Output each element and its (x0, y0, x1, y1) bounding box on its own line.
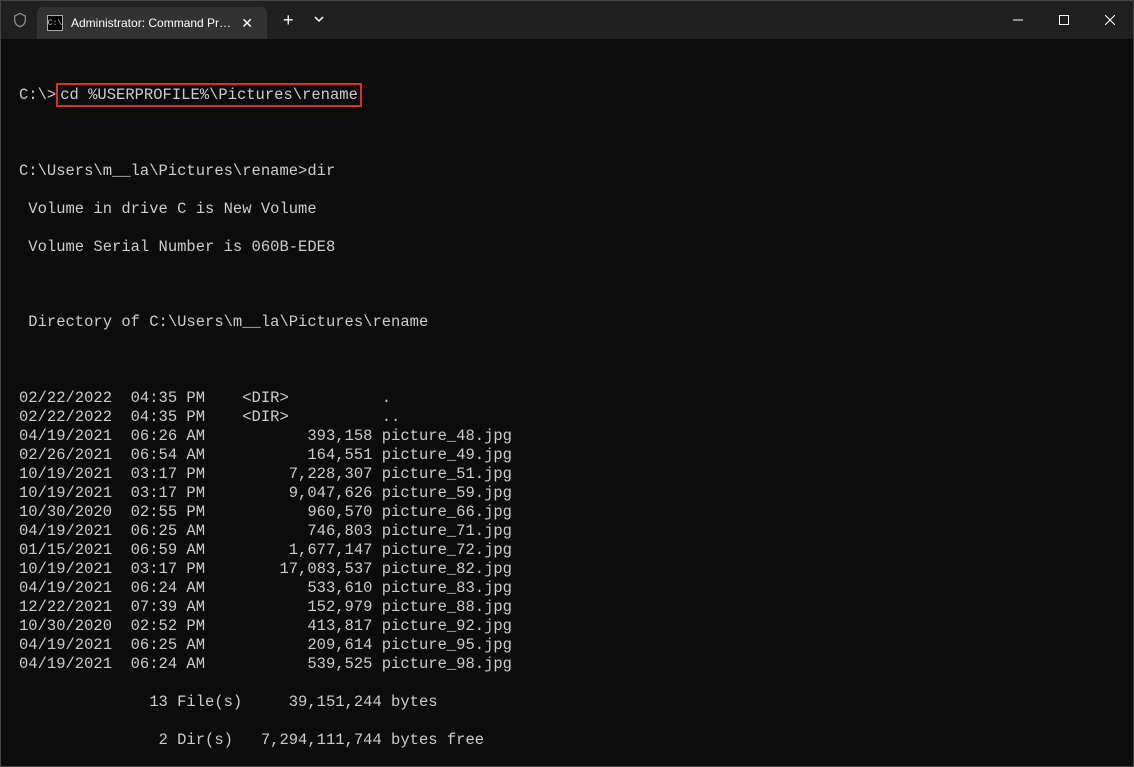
dir-entry: 02/22/2022 04:35 PM <DIR> .. (19, 408, 1115, 427)
dir-entry: 04/19/2021 06:25 AM 746,803 picture_71.j… (19, 522, 1115, 541)
titlebar: C:\ Administrator: Command Prom ✕ + (1, 1, 1133, 39)
summary-files: 13 File(s) 39,151,244 bytes (19, 693, 1115, 712)
dir-entry: 10/19/2021 03:17 PM 17,083,537 picture_8… (19, 560, 1115, 579)
blank-line (19, 351, 1115, 370)
volume-line-2: Volume Serial Number is 060B-EDE8 (19, 238, 1115, 257)
prompt-prefix: C:\> (19, 86, 56, 104)
maximize-button[interactable] (1041, 1, 1087, 39)
cmd-icon-text: C:\ (48, 19, 62, 28)
dir-entry: 10/30/2020 02:52 PM 413,817 picture_92.j… (19, 617, 1115, 636)
prompt-line-1: C:\>cd %USERPROFILE%\Pictures\rename (19, 86, 1115, 105)
cmd-icon: C:\ (47, 15, 63, 31)
dir-entry: 12/22/2021 07:39 AM 152,979 picture_88.j… (19, 598, 1115, 617)
dir-entry: 04/19/2021 06:26 AM 393,158 picture_48.j… (19, 427, 1115, 446)
directory-of-line: Directory of C:\Users\m__la\Pictures\ren… (19, 313, 1115, 332)
window-controls (995, 1, 1133, 39)
tab-close-button[interactable]: ✕ (237, 13, 257, 34)
dir-entry: 10/19/2021 03:17 PM 7,228,307 picture_51… (19, 465, 1115, 484)
dir-entry: 02/22/2022 04:35 PM <DIR> . (19, 389, 1115, 408)
tab-command-prompt[interactable]: C:\ Administrator: Command Prom ✕ (37, 7, 267, 39)
highlighted-command: cd %USERPROFILE%\Pictures\rename (56, 83, 362, 107)
dir-entries: 02/22/2022 04:35 PM <DIR> .02/22/2022 04… (19, 389, 1115, 674)
volume-line-1: Volume in drive C is New Volume (19, 200, 1115, 219)
summary-dirs: 2 Dir(s) 7,294,111,744 bytes free (19, 731, 1115, 750)
dir-entry: 04/19/2021 06:25 AM 209,614 picture_95.j… (19, 636, 1115, 655)
prompt-line-2: C:\Users\m__la\Pictures\rename>dir (19, 162, 1115, 181)
dir-entry: 02/26/2021 06:54 AM 164,551 picture_49.j… (19, 446, 1115, 465)
tab-dropdown-button[interactable] (306, 9, 332, 31)
dir-entry: 04/19/2021 06:24 AM 539,525 picture_98.j… (19, 655, 1115, 674)
dir-entry: 04/19/2021 06:24 AM 533,610 picture_83.j… (19, 579, 1115, 598)
close-button[interactable] (1087, 1, 1133, 39)
terminal-output[interactable]: C:\>cd %USERPROFILE%\Pictures\rename C:\… (1, 39, 1133, 766)
dir-entry: 01/15/2021 06:59 AM 1,677,147 picture_72… (19, 541, 1115, 560)
blank-line (19, 124, 1115, 143)
dir-entry: 10/30/2020 02:55 PM 960,570 picture_66.j… (19, 503, 1115, 522)
shield-icon (11, 12, 29, 28)
tab-title: Administrator: Command Prom (71, 16, 231, 30)
new-tab-button[interactable]: + (273, 6, 304, 35)
blank-line (19, 275, 1115, 294)
dir-entry: 10/19/2021 03:17 PM 9,047,626 picture_59… (19, 484, 1115, 503)
minimize-button[interactable] (995, 1, 1041, 39)
